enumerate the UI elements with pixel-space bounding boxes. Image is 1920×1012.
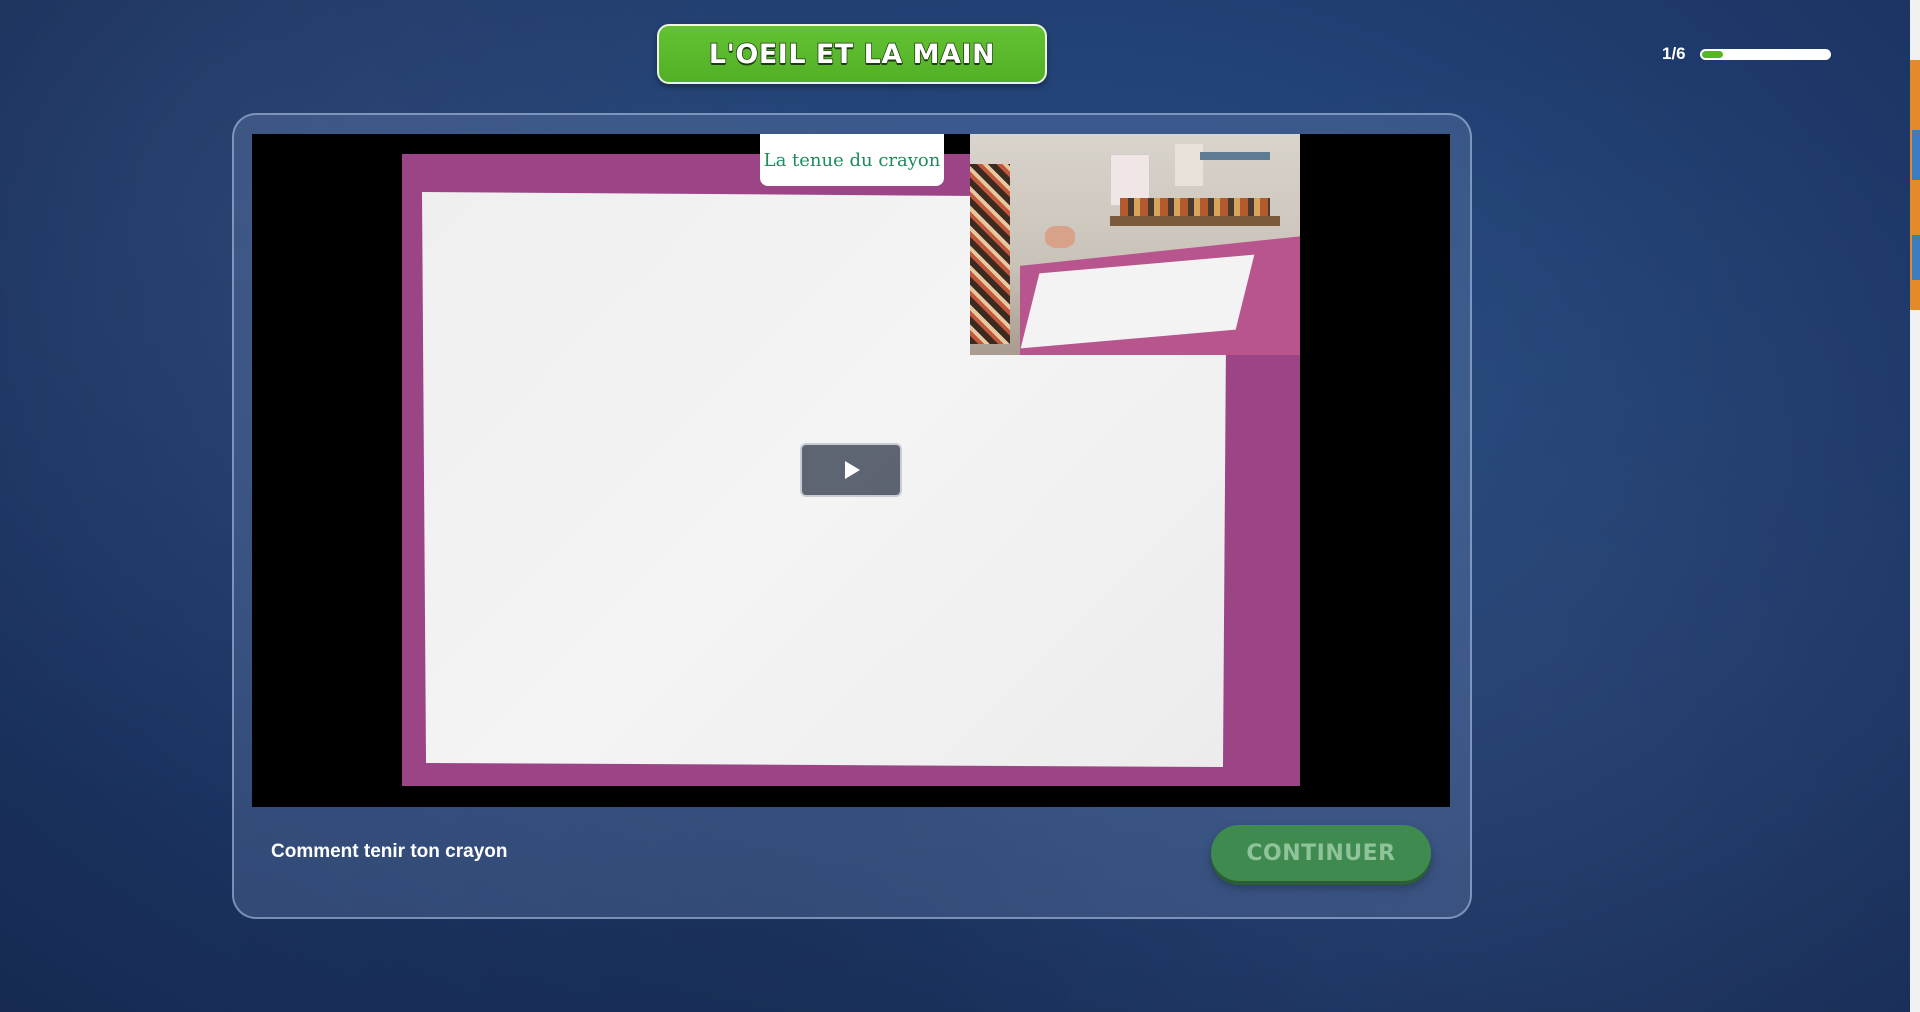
continue-button-label: CONTINUER [1246, 840, 1396, 866]
video-chapter-label: La tenue du crayon [760, 134, 944, 186]
progress-label: 1/6 [1662, 44, 1686, 63]
progress-bar-fill [1701, 50, 1724, 58]
page-title: L'OEIL ET LA MAIN [708, 38, 996, 71]
play-button[interactable] [800, 443, 902, 497]
progress-indicator: 1/6 [1662, 44, 1831, 64]
title-banner: L'OEIL ET LA MAIN [657, 24, 1047, 84]
side-panel-edge [1910, 0, 1920, 1012]
continue-button[interactable]: CONTINUER [1211, 825, 1431, 881]
lesson-caption: Comment tenir ton crayon [271, 841, 508, 862]
video-inset-camera [970, 134, 1300, 355]
play-icon [845, 461, 860, 479]
progress-bar [1699, 48, 1831, 60]
